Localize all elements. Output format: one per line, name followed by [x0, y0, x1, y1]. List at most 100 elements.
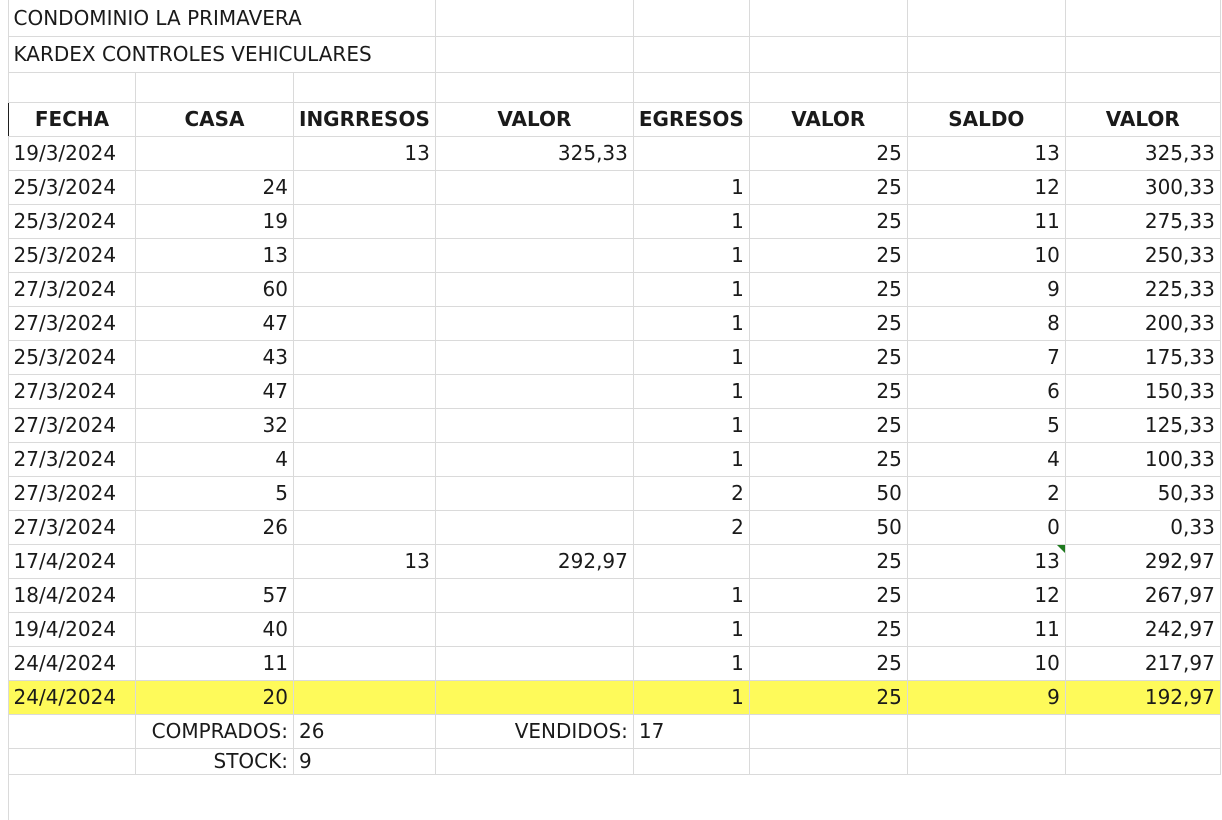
cell-ingresos[interactable]: [293, 408, 436, 443]
cell-valor-saldo[interactable]: 175,33: [1065, 340, 1221, 375]
cell-valor-egresos[interactable]: 50: [749, 510, 908, 545]
cell-valor-saldo[interactable]: 225,33: [1065, 272, 1221, 307]
cell-valor-egresos[interactable]: 25: [749, 204, 908, 239]
cell-casa[interactable]: 43: [135, 340, 294, 375]
cell-valor-egresos[interactable]: 25: [749, 646, 908, 681]
cell-ingresos[interactable]: [293, 306, 436, 341]
cell[interactable]: [435, 72, 634, 103]
cell[interactable]: [749, 714, 908, 749]
comprados-value[interactable]: 26: [293, 714, 436, 749]
title-kardex[interactable]: KARDEX CONTROLES VEHICULARES: [8, 36, 436, 73]
cell-valor-saldo[interactable]: 192,97: [1065, 680, 1221, 715]
cell[interactable]: [1065, 0, 1221, 37]
cell-valor-saldo[interactable]: 150,33: [1065, 374, 1221, 409]
header-egresos[interactable]: EGRESOS: [632, 101, 750, 137]
cell-fecha[interactable]: 18/4/2024: [8, 578, 136, 613]
cell[interactable]: [293, 72, 436, 103]
cell-fecha[interactable]: 27/3/2024: [8, 510, 136, 545]
cell-ingresos[interactable]: [293, 170, 436, 205]
cell-valor-ingresos[interactable]: 292,97: [435, 544, 634, 579]
cell-ingresos[interactable]: [293, 442, 436, 477]
cell-fecha[interactable]: 25/3/2024: [8, 340, 136, 375]
vendidos-value[interactable]: 17: [633, 714, 750, 749]
cell-egresos[interactable]: 1: [633, 204, 750, 239]
cell-casa[interactable]: 11: [135, 646, 294, 681]
cell-fecha[interactable]: 27/3/2024: [8, 272, 136, 307]
cell-egresos[interactable]: 1: [633, 646, 750, 681]
cell[interactable]: [1065, 714, 1221, 749]
cell-ingresos[interactable]: [293, 612, 436, 647]
cell-ingresos[interactable]: [293, 340, 436, 375]
cell-egresos[interactable]: 1: [633, 408, 750, 443]
cell-saldo[interactable]: 13: [907, 544, 1066, 579]
cell-ingresos[interactable]: 13: [293, 544, 436, 579]
cell-valor-egresos[interactable]: 25: [749, 680, 908, 715]
cell-valor-ingresos[interactable]: [435, 510, 634, 545]
cell-egresos[interactable]: 1: [633, 170, 750, 205]
cell[interactable]: [633, 748, 750, 775]
cell-saldo[interactable]: 12: [907, 170, 1066, 205]
cell-valor-egresos[interactable]: 25: [749, 578, 908, 613]
cell-ingresos[interactable]: [293, 204, 436, 239]
header-valor-egresos[interactable]: VALOR: [748, 101, 908, 137]
cell-valor-egresos[interactable]: 25: [749, 544, 908, 579]
cell-fecha[interactable]: 25/3/2024: [8, 170, 136, 205]
cell-ingresos[interactable]: [293, 476, 436, 511]
cell[interactable]: [633, 72, 750, 103]
cell-saldo[interactable]: 10: [907, 646, 1066, 681]
header-fecha[interactable]: FECHA: [8, 101, 136, 137]
cell[interactable]: [749, 36, 908, 73]
cell-fecha[interactable]: 19/3/2024: [8, 136, 136, 171]
cell-egresos[interactable]: 1: [633, 272, 750, 307]
cell-fecha[interactable]: 27/3/2024: [8, 306, 136, 341]
cell-fecha[interactable]: 27/3/2024: [8, 374, 136, 409]
cell-valor-saldo[interactable]: 242,97: [1065, 612, 1221, 647]
cell-valor-egresos[interactable]: 25: [749, 340, 908, 375]
cell-valor-saldo[interactable]: 217,97: [1065, 646, 1221, 681]
cell-valor-ingresos[interactable]: 325,33: [435, 136, 634, 171]
cell-ingresos[interactable]: [293, 238, 436, 273]
cell-valor-egresos[interactable]: 25: [749, 136, 908, 171]
cell-valor-saldo[interactable]: 200,33: [1065, 306, 1221, 341]
cell-saldo[interactable]: 11: [907, 612, 1066, 647]
cell-valor-egresos[interactable]: 25: [749, 272, 908, 307]
cell-ingresos[interactable]: [293, 680, 436, 715]
cell-valor-egresos[interactable]: 25: [749, 442, 908, 477]
cell-saldo[interactable]: 8: [907, 306, 1066, 341]
cell-valor-saldo[interactable]: 267,97: [1065, 578, 1221, 613]
cell-egresos[interactable]: 1: [633, 442, 750, 477]
cell-saldo[interactable]: 4: [907, 442, 1066, 477]
cell-casa[interactable]: 4: [135, 442, 294, 477]
cell[interactable]: [1065, 748, 1221, 775]
cell-valor-saldo[interactable]: 50,33: [1065, 476, 1221, 511]
cell[interactable]: [1065, 36, 1221, 73]
cell[interactable]: [907, 0, 1066, 37]
cell-valor-ingresos[interactable]: [435, 646, 634, 681]
cell-fecha[interactable]: 25/3/2024: [8, 204, 136, 239]
cell[interactable]: [749, 72, 908, 103]
cell-valor-ingresos[interactable]: [435, 272, 634, 307]
cell-valor-ingresos[interactable]: [435, 374, 634, 409]
stock-label[interactable]: STOCK:: [135, 748, 294, 775]
cell-valor-ingresos[interactable]: [435, 680, 634, 715]
cell-fecha[interactable]: 27/3/2024: [8, 408, 136, 443]
cell-casa[interactable]: 13: [135, 238, 294, 273]
cell-valor-egresos[interactable]: 25: [749, 170, 908, 205]
header-valor-ingresos[interactable]: VALOR: [434, 101, 634, 137]
cell-valor-ingresos[interactable]: [435, 340, 634, 375]
cell-fecha[interactable]: 24/4/2024: [8, 646, 136, 681]
cell[interactable]: [749, 0, 908, 37]
cell-saldo[interactable]: 9: [907, 272, 1066, 307]
cell-egresos[interactable]: 2: [633, 510, 750, 545]
cell-saldo[interactable]: 12: [907, 578, 1066, 613]
cell-valor-ingresos[interactable]: [435, 408, 634, 443]
cell-saldo[interactable]: 10: [907, 238, 1066, 273]
stock-value[interactable]: 9: [293, 748, 436, 775]
header-saldo[interactable]: SALDO: [906, 101, 1066, 137]
cell-fecha[interactable]: 25/3/2024: [8, 238, 136, 273]
cell-casa[interactable]: 57: [135, 578, 294, 613]
cell-valor-saldo[interactable]: 100,33: [1065, 442, 1221, 477]
header-valor-saldo[interactable]: VALOR: [1064, 101, 1221, 137]
cell-valor-egresos[interactable]: 25: [749, 612, 908, 647]
cell-casa[interactable]: [135, 136, 294, 171]
